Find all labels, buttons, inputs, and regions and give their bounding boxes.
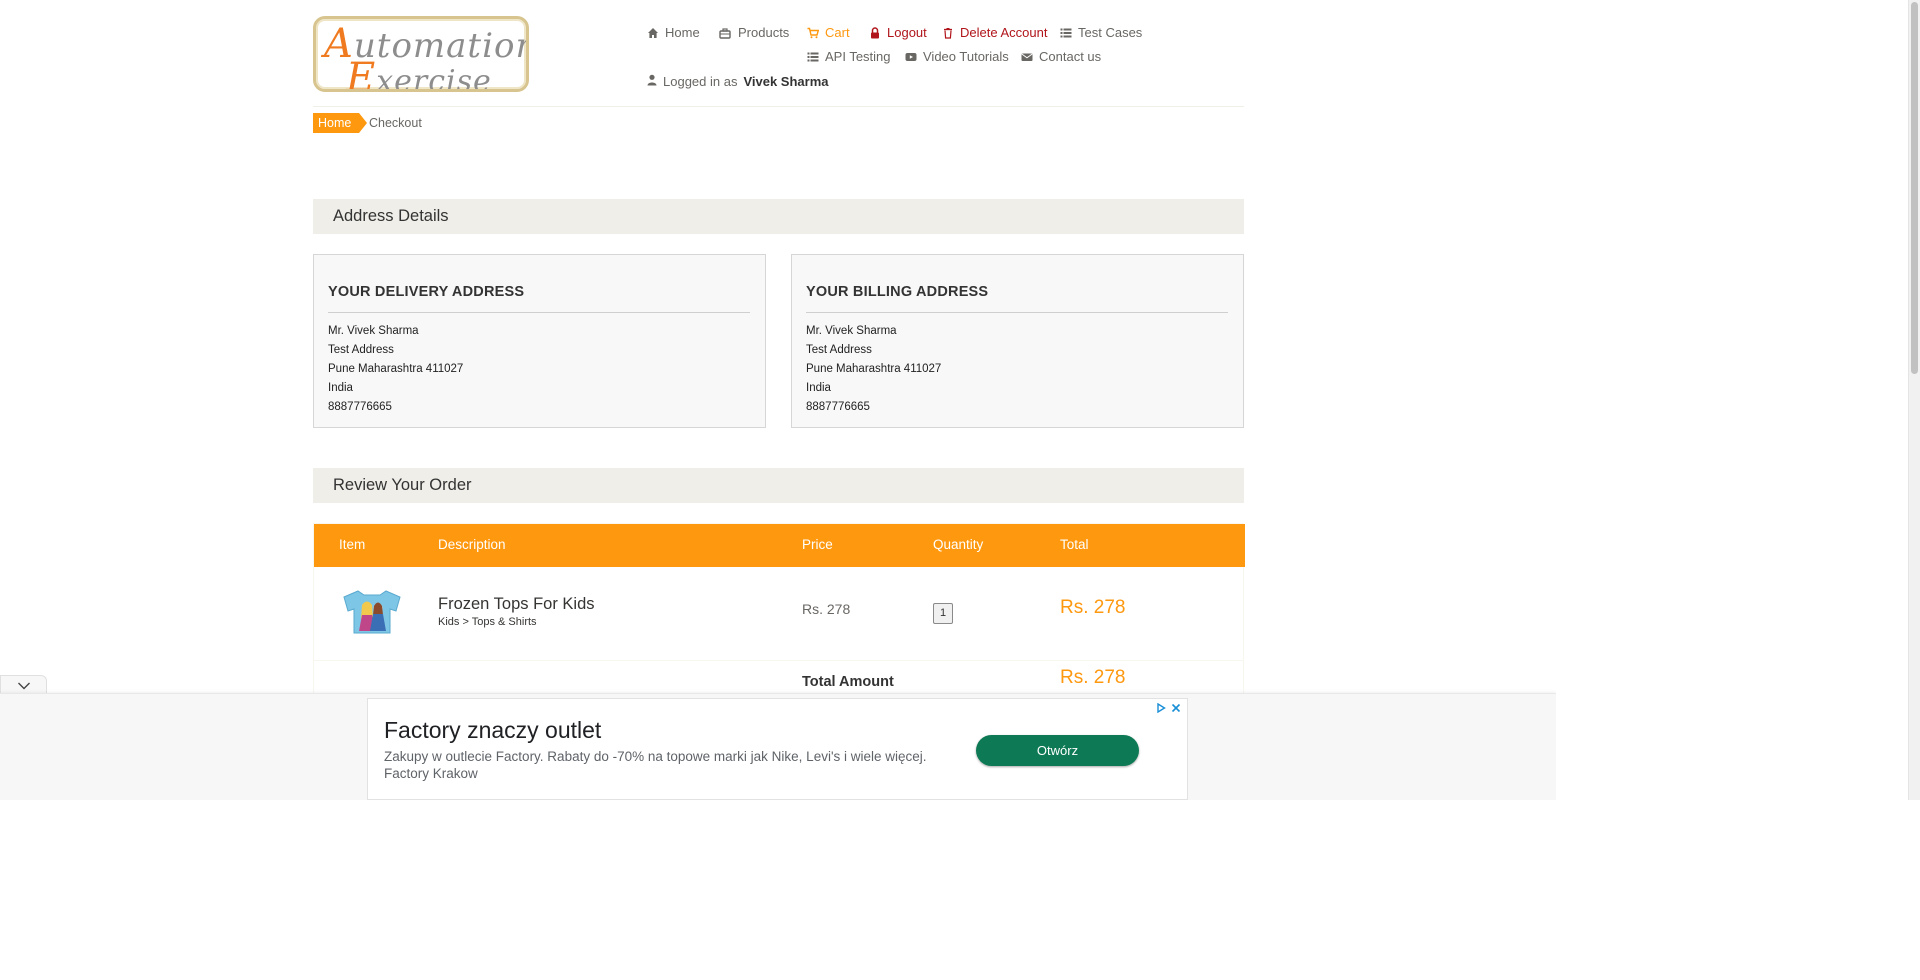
- nav-cart-label: Cart: [825, 25, 850, 40]
- delivery-address-divider: [328, 312, 750, 313]
- column-price: Price: [802, 537, 833, 552]
- review-order-heading: Review Your Order: [313, 468, 1244, 503]
- order-table-header: Item Description Price Quantity Total: [314, 524, 1245, 567]
- breadcrumb-current: Checkout: [369, 116, 422, 130]
- nav-video-tutorials[interactable]: Video Tutorials: [905, 49, 1009, 64]
- user-icon: [647, 74, 657, 89]
- delivery-address-title: YOUR DELIVERY ADDRESS: [328, 284, 525, 300]
- ad-open-button[interactable]: Otwórz: [976, 735, 1139, 766]
- nav-delete-account[interactable]: Delete Account: [942, 25, 1047, 40]
- nav-home[interactable]: Home: [647, 25, 700, 40]
- delivery-address1: Test Address: [328, 344, 394, 356]
- scrollbar-thumb[interactable]: [1911, 2, 1918, 374]
- nav-contact-us[interactable]: Contact us: [1021, 49, 1101, 64]
- billing-phone: 8887776665: [806, 401, 870, 413]
- ad-collapse-button[interactable]: [0, 675, 47, 695]
- order-table: Item Description Price Quantity Total Fr…: [313, 523, 1245, 703]
- product-name-link[interactable]: Frozen Tops For Kids: [438, 595, 595, 614]
- envelope-icon: [1021, 51, 1033, 63]
- nav-logout[interactable]: Logout: [869, 25, 927, 40]
- product-category: Kids > Tops & Shirts: [438, 616, 537, 628]
- column-total: Total: [1060, 537, 1089, 552]
- product-image[interactable]: [340, 589, 404, 639]
- page: Automation Exercise Home Products Cart L…: [0, 0, 1556, 800]
- nav-api-testing-label: API Testing: [825, 49, 891, 64]
- shopping-cart-icon: [807, 27, 820, 39]
- billing-name: Mr. Vivek Sharma: [806, 325, 897, 337]
- billing-country: India: [806, 382, 831, 394]
- delivery-phone: 8887776665: [328, 401, 392, 413]
- logged-in-username: Vivek Sharma: [743, 74, 829, 89]
- nav-logout-label: Logout: [887, 25, 927, 40]
- billing-address-title: YOUR BILLING ADDRESS: [806, 284, 989, 300]
- nav-test-cases-label: Test Cases: [1078, 25, 1143, 40]
- breadcrumb-home-link[interactable]: Home: [313, 113, 368, 133]
- ad-body: Zakupy w outlecie Factory. Rabaty do -70…: [384, 748, 954, 782]
- nav-contact-us-label: Contact us: [1039, 49, 1102, 64]
- nav-home-label: Home: [665, 25, 700, 40]
- column-description: Description: [438, 537, 506, 552]
- nav-api-testing[interactable]: API Testing: [807, 49, 891, 64]
- billing-address1: Test Address: [806, 344, 872, 356]
- ad-card[interactable]: Factory znaczy outlet Zakupy w outlecie …: [367, 698, 1188, 800]
- trash-icon: [942, 27, 954, 39]
- delivery-country: India: [328, 382, 353, 394]
- delivery-address-box: YOUR DELIVERY ADDRESS Mr. Vivek Sharma T…: [313, 254, 766, 428]
- nav-test-cases[interactable]: Test Cases: [1060, 25, 1142, 40]
- logged-in-prefix: Logged in as: [663, 74, 738, 89]
- header-divider: [313, 106, 1244, 107]
- home-icon: [647, 27, 659, 39]
- page-scrollbar[interactable]: [1908, 0, 1920, 800]
- logo-line-2: Exercise: [346, 55, 492, 92]
- briefcase-icon: [719, 27, 731, 39]
- billing-address-divider: [806, 312, 1228, 313]
- nav-products-label: Products: [738, 25, 790, 40]
- total-amount-value: Rs. 278: [1060, 667, 1126, 688]
- adchoices-icon[interactable]: [1156, 700, 1166, 718]
- site-logo[interactable]: Automation Exercise: [313, 16, 529, 92]
- nav-cart[interactable]: Cart: [807, 25, 850, 40]
- product-price: Rs. 278: [802, 601, 851, 617]
- nav-products[interactable]: Products: [719, 25, 789, 40]
- delivery-name: Mr. Vivek Sharma: [328, 325, 419, 337]
- list-icon: [1060, 27, 1072, 39]
- ad-description: Zakupy w outlecie Factory. Rabaty do -70…: [384, 749, 927, 764]
- ad-advertiser: Factory Krakow: [384, 766, 478, 781]
- total-amount-label: Total Amount: [802, 674, 894, 690]
- nav-delete-account-label: Delete Account: [960, 25, 1048, 40]
- product-total: Rs. 278: [1060, 597, 1126, 618]
- ad-title[interactable]: Factory znaczy outlet: [384, 717, 601, 744]
- address-details-heading: Address Details: [313, 199, 1244, 234]
- lock-icon: [869, 26, 881, 39]
- list-icon: [807, 51, 819, 63]
- youtube-play-icon: [905, 51, 917, 63]
- row-divider: [314, 660, 1243, 661]
- billing-city-state-zip: Pune Maharashtra 411027: [806, 363, 942, 375]
- billing-address-box: YOUR BILLING ADDRESS Mr. Vivek Sharma Te…: [791, 254, 1244, 428]
- column-item: Item: [339, 537, 366, 552]
- logged-in-status: Logged in as Vivek Sharma: [647, 74, 829, 89]
- ad-choices: [1156, 700, 1181, 718]
- nav-video-tutorials-label: Video Tutorials: [923, 49, 1009, 64]
- product-quantity: 1: [933, 603, 953, 624]
- close-icon[interactable]: [1171, 700, 1181, 718]
- delivery-city-state-zip: Pune Maharashtra 411027: [328, 363, 464, 375]
- column-quantity: Quantity: [933, 537, 984, 552]
